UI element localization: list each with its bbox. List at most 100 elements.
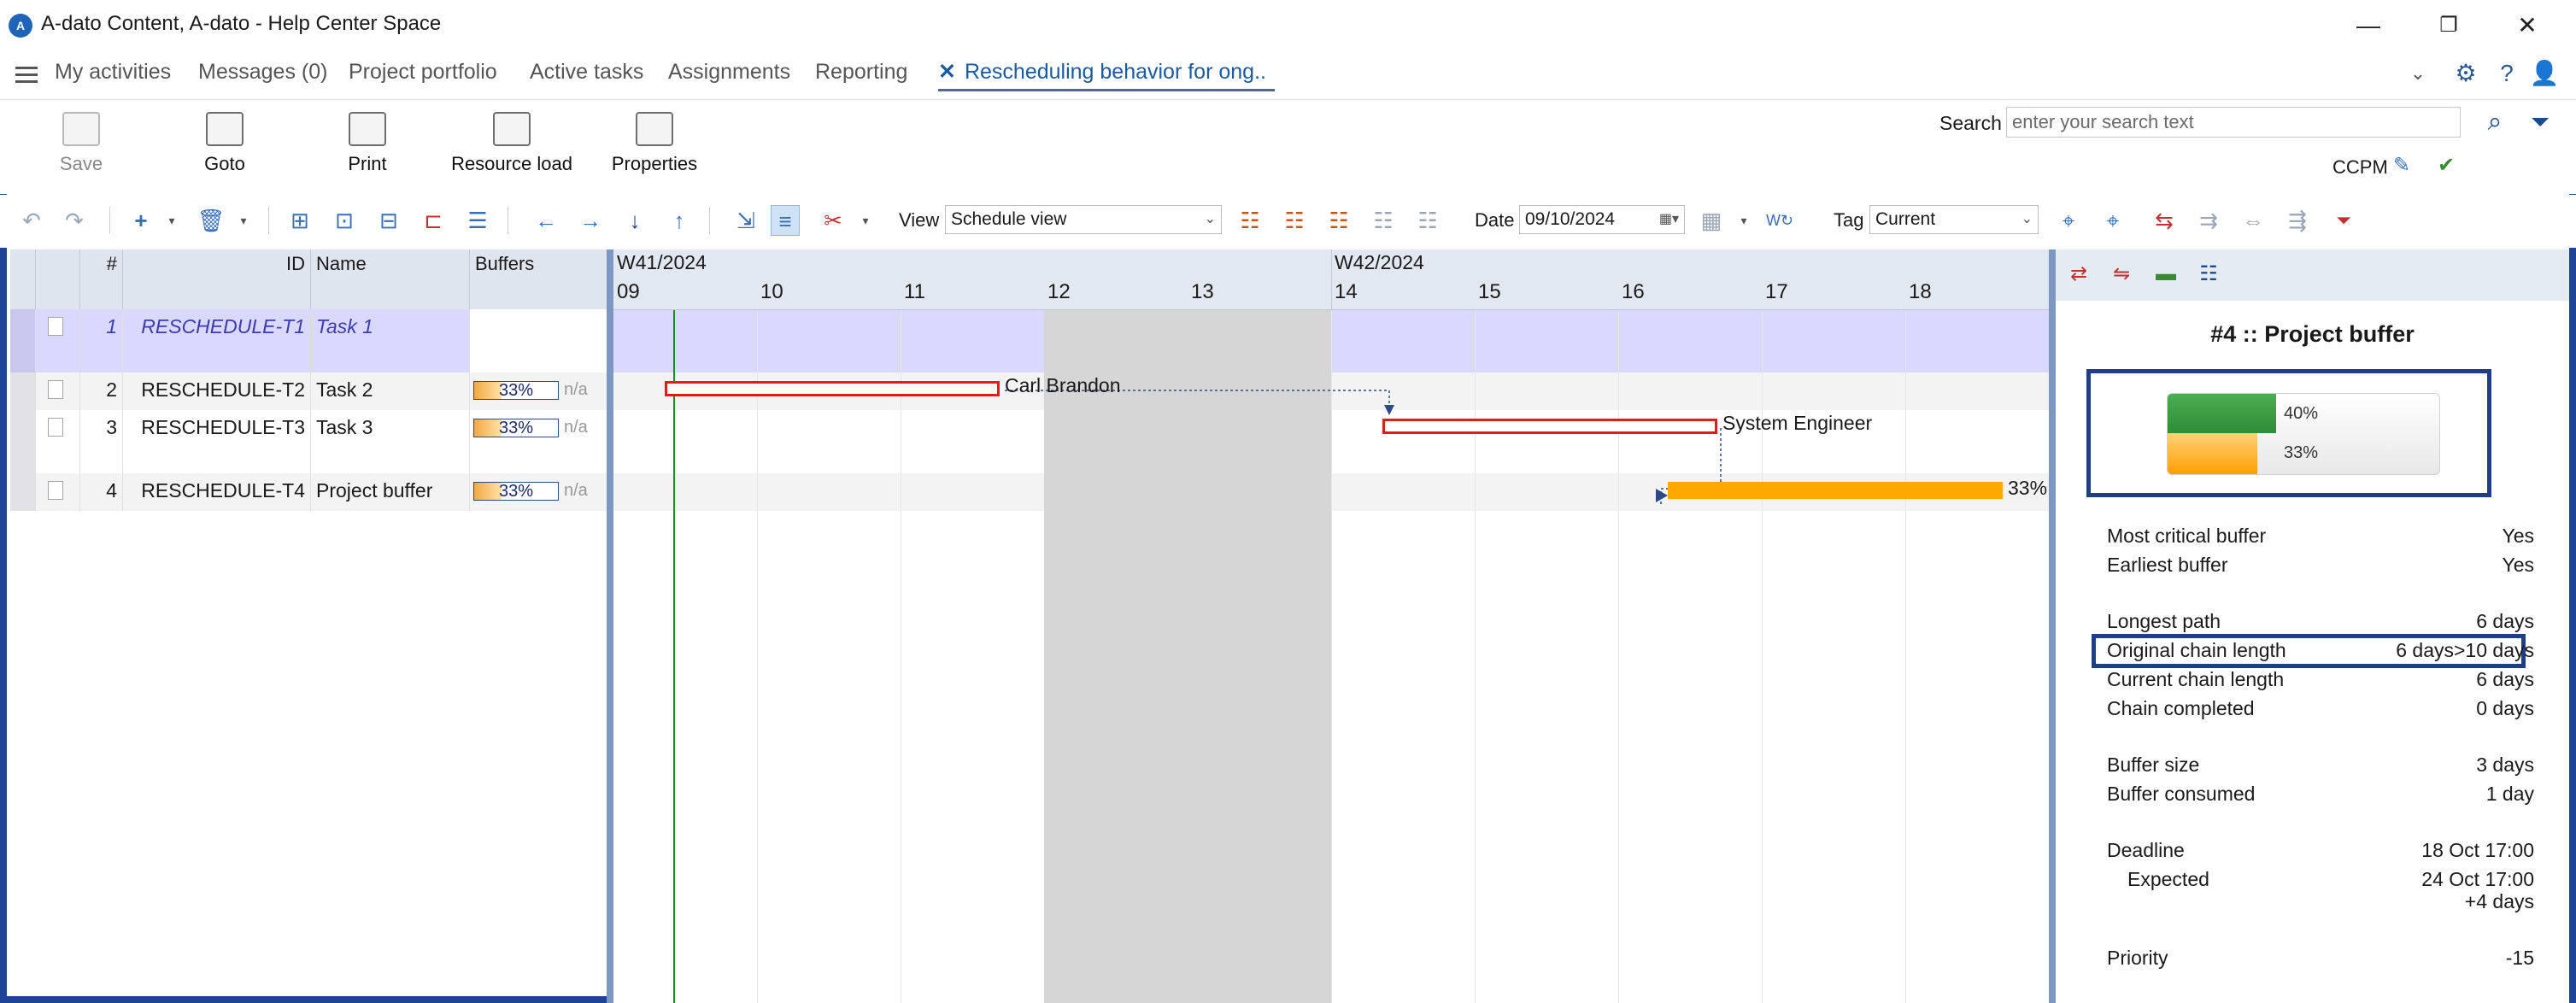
task-2-bar[interactable] — [665, 381, 1000, 396]
save-button[interactable]: Save — [56, 112, 106, 175]
add-milestone-icon[interactable]: ⊡ — [330, 205, 359, 236]
gear-icon[interactable]: ⚙ — [2450, 58, 2481, 89]
print-button[interactable]: Print — [342, 112, 393, 175]
redo-icon[interactable]: ↷ — [60, 205, 89, 236]
project-buffer-bar[interactable] — [1668, 482, 2003, 499]
swap-buffer-icon[interactable]: ⇄ — [2064, 260, 2093, 289]
timescale-dropdown-icon[interactable]: ▾ — [1729, 205, 1758, 236]
task-3-bar[interactable] — [1382, 419, 1717, 434]
calendar-icon[interactable]: ▦▾ — [1659, 206, 1679, 233]
id-column-header[interactable]: ID — [123, 249, 311, 309]
merge-icon[interactable]: ⇶ — [2283, 205, 2312, 236]
row-selector[interactable] — [10, 473, 36, 511]
add-icon[interactable]: + — [126, 205, 155, 236]
remove-buffer-icon[interactable]: ▬ — [2151, 260, 2180, 289]
add-subtask-icon[interactable]: ⊞ — [285, 205, 314, 236]
chain-progress-bar — [2168, 394, 2277, 433]
resize-icon[interactable]: ⇔ — [2239, 205, 2268, 236]
tab-rescheduling-behavior[interactable]: ✕ Rescheduling behavior for ong.. — [938, 55, 1275, 91]
gantt-panel-splitter[interactable] — [2049, 249, 2056, 1003]
view-select[interactable]: Schedule view ⌄ — [945, 205, 1222, 234]
outdent-icon[interactable]: ← — [531, 205, 560, 236]
document-icon — [48, 481, 63, 500]
row-name[interactable]: Project buffer — [311, 473, 470, 511]
resource-chain-icon[interactable]: ☷ — [1369, 205, 1398, 236]
move-right-icon[interactable]: ⇉ — [2194, 205, 2223, 236]
prop-label: Current chain length — [2107, 668, 2285, 690]
row-name[interactable]: Task 2 — [311, 372, 470, 410]
nav-reporting[interactable]: Reporting — [815, 55, 907, 89]
undo-icon[interactable]: ↶ — [17, 205, 46, 236]
nav-assignments[interactable]: Assignments — [668, 55, 790, 89]
buffers-column-header[interactable]: Buffers — [470, 249, 608, 309]
delete-icon[interactable]: 🗑 — [197, 205, 226, 236]
prop-label: Priority — [2107, 947, 2168, 969]
table-row[interactable]: 2 RESCHEDULE-T2 Task 2 33% n/a — [10, 372, 608, 410]
week-reschedule-icon[interactable]: W↻ — [1765, 205, 1794, 236]
table-row[interactable]: 3 RESCHEDULE-T3 Task 3 33% n/a — [10, 410, 608, 473]
filter-remove-icon[interactable]: ⏷ — [2329, 205, 2358, 236]
prop-label: Original chain length — [2107, 639, 2286, 661]
remove-task-icon[interactable]: ⊟ — [374, 205, 403, 236]
nav-active-tasks[interactable]: Active tasks — [530, 55, 643, 89]
nav-messages[interactable]: Messages (0) — [198, 55, 327, 89]
name-column-header[interactable]: Name — [311, 249, 470, 309]
tag-remove-icon[interactable]: ⌖ — [2098, 205, 2127, 236]
feeding-chain-icon[interactable]: ☷ — [1280, 205, 1309, 236]
row-selector[interactable] — [10, 309, 36, 372]
buffer-settings-icon[interactable]: ☷ — [2194, 260, 2223, 289]
row-selector[interactable] — [10, 410, 36, 473]
ccpm-check-icon[interactable]: ✔ — [2432, 153, 2461, 179]
goto-button[interactable]: Goto — [197, 112, 253, 175]
nav-project-portfolio[interactable]: Project portfolio — [349, 55, 497, 89]
date-picker[interactable]: 09/10/2024 ▦▾ — [1519, 205, 1685, 234]
prop-value: 3 days — [2476, 754, 2534, 776]
indent-icon[interactable]: → — [576, 205, 605, 236]
delete-dropdown-icon[interactable]: ▾ — [229, 205, 258, 236]
row-name[interactable]: Task 3 — [311, 410, 470, 473]
critical-chain-icon[interactable]: ☷ — [1235, 205, 1265, 236]
link-tasks-icon[interactable]: ⇲ — [731, 205, 760, 236]
table-row[interactable]: 4 RESCHEDULE-T4 Project buffer 33% n/a — [10, 473, 608, 511]
tag-select[interactable]: Current ⌄ — [1869, 205, 2039, 234]
restore-button[interactable]: ❐ — [2428, 7, 2469, 44]
gantt-view-icon[interactable]: ≡ — [771, 205, 800, 236]
split-task-icon[interactable]: ⊏ — [419, 205, 448, 236]
move-up-icon[interactable]: ↑ — [665, 205, 694, 236]
row-selector[interactable] — [10, 372, 36, 410]
menu-icon[interactable] — [15, 67, 38, 84]
filter-icon[interactable]: ⏷ — [2523, 107, 2557, 138]
search-input[interactable] — [2006, 107, 2461, 138]
add-dropdown-icon[interactable]: ▾ — [157, 205, 186, 236]
row-icon-cell — [36, 410, 80, 473]
move-down-icon[interactable]: ↓ — [620, 205, 649, 236]
ccpm-edit-icon[interactable]: ✎ — [2387, 153, 2416, 179]
unlink-dropdown-icon[interactable]: ▾ — [851, 205, 880, 236]
row-num: 4 — [80, 473, 123, 511]
num-column-header[interactable]: # — [80, 249, 123, 309]
help-icon[interactable]: ? — [2491, 58, 2522, 89]
swap-icon[interactable]: ⇆ — [2150, 205, 2179, 236]
minimize-button[interactable]: — — [2348, 7, 2389, 44]
unlink-tasks-icon[interactable]: ✂ — [819, 205, 848, 236]
nav-my-activities[interactable]: My activities — [55, 55, 171, 89]
table-row[interactable]: 1 RESCHEDULE-T1 Task 1 — [10, 309, 608, 372]
properties-icon — [636, 112, 673, 146]
close-window-button[interactable]: ✕ — [2507, 7, 2548, 44]
timescale-icon[interactable]: ▦ — [1697, 205, 1726, 236]
row-name[interactable]: Task 1 — [311, 309, 470, 372]
buffer-chain-icon[interactable]: ☷ — [1324, 205, 1353, 236]
unlink-buffer-icon[interactable]: ⇋ — [2107, 260, 2136, 289]
resource-load-button[interactable]: Resource load — [451, 112, 572, 175]
chain-filter-icon[interactable]: ☷ — [1413, 205, 1442, 236]
properties-button[interactable]: Properties — [610, 112, 699, 175]
user-icon[interactable]: 👤 — [2529, 58, 2560, 89]
grid-header: # ID Name Buffers — [10, 249, 608, 310]
search-icon[interactable]: ⌕ — [2478, 107, 2512, 138]
grid-gantt-splitter[interactable] — [607, 249, 613, 1003]
properties-label: Properties — [611, 153, 698, 174]
close-tab-icon[interactable]: ✕ — [938, 60, 956, 84]
tag-add-icon[interactable]: ⌖ — [2054, 205, 2083, 236]
chevron-down-icon[interactable]: ⌄ — [2403, 58, 2433, 89]
notes-icon[interactable]: ☰ — [463, 205, 492, 236]
